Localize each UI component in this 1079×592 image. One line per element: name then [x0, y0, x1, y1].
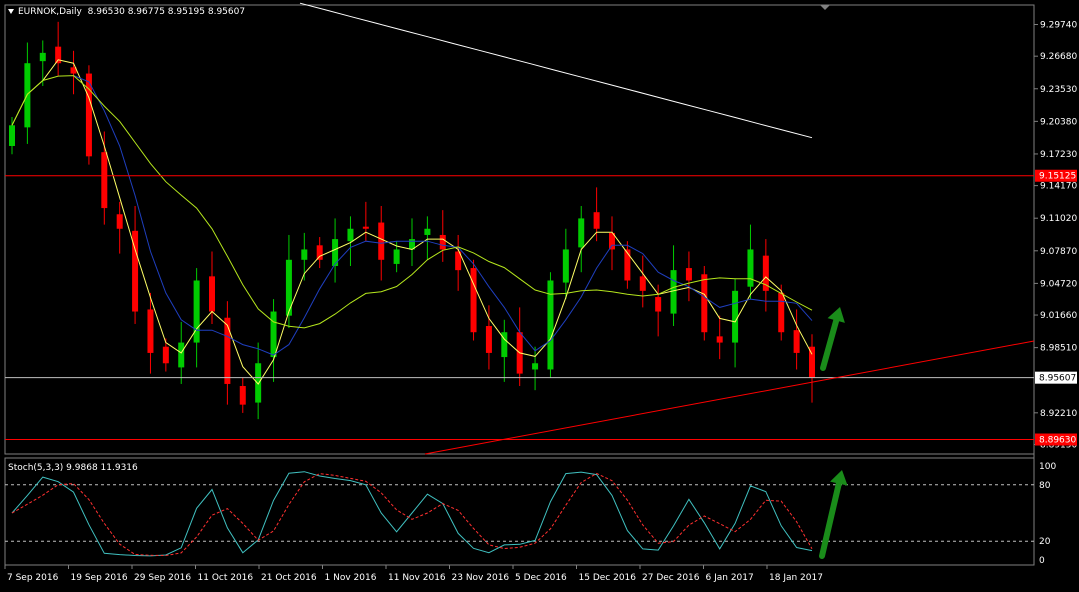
stoch-level-label: 100: [1039, 462, 1056, 472]
price-tick-label: 9.07870: [1040, 247, 1077, 257]
up-arrow-main-shaft: [820, 317, 840, 371]
candle-body: [178, 342, 185, 368]
candle-body: [685, 268, 692, 281]
candle-body: [193, 280, 200, 343]
candle-body: [9, 125, 15, 146]
candle-body: [239, 386, 246, 405]
price-tag-lower: 8.89630: [1039, 436, 1076, 446]
time-tick-label: 18 Jan 2017: [769, 573, 823, 583]
price-tick-label: 9.17230: [1040, 150, 1077, 160]
price-tick-label: 8.98510: [1040, 344, 1077, 354]
price-tick-label: 8.92210: [1040, 409, 1077, 419]
time-tick-label: 29 Sep 2016: [134, 573, 191, 583]
time-tick-label: 27 Dec 2016: [642, 573, 700, 583]
price-tag-upper: 9.15125: [1039, 172, 1076, 182]
stoch-header: Stoch(5,3,3) 9.9868 11.9316: [8, 463, 138, 473]
candle-body: [655, 297, 662, 312]
candle-body: [347, 228, 354, 242]
candle-body: [39, 52, 46, 62]
candle-body: [593, 212, 600, 229]
chart-header: EURNOK,Daily 8.96530 8.96775 8.95195 8.9…: [8, 7, 245, 17]
candle-body: [378, 222, 385, 260]
candle-body: [362, 226, 369, 229]
candle-body: [147, 309, 154, 353]
candle-body: [716, 336, 723, 343]
dropdown-arrow-icon[interactable]: [8, 9, 14, 14]
rising-trendline[interactable]: [424, 340, 1035, 455]
candle-body: [578, 218, 585, 248]
candle-body: [316, 245, 323, 260]
time-tick-label: 11 Nov 2016: [388, 573, 446, 583]
stoch-level-label: 20: [1039, 537, 1051, 547]
time-tick-label: 11 Oct 2016: [198, 573, 254, 583]
candle-body: [747, 249, 754, 287]
candle-body: [424, 228, 431, 235]
up-arrow-stoch-head: [830, 470, 848, 486]
candle-body: [624, 249, 631, 281]
candle-body: [116, 214, 123, 229]
candle-body: [732, 290, 739, 343]
chart-window[interactable]: 100 80 20 0 9.29740 9.26680 9.23530 9.20380 9.1…: [0, 0, 1079, 589]
time-tick-label: 23 Nov 2016: [452, 573, 510, 583]
candle-body: [270, 311, 277, 358]
main-chart-border: [4, 4, 1035, 455]
candle-body: [639, 276, 646, 291]
up-arrow-stoch-shaft: [819, 480, 842, 559]
chart-shift-marker[interactable]: [820, 5, 830, 10]
time-tick-label: 1 Nov 2016: [325, 573, 377, 583]
time-tick-label: 15 Dec 2016: [579, 573, 637, 583]
price-tick-label: 9.29740: [1040, 21, 1077, 31]
candle-body: [470, 268, 477, 333]
stoch-window-border: [4, 457, 1035, 566]
price-tick-label: 9.14170: [1040, 182, 1077, 192]
candle-body: [532, 363, 539, 370]
symbol-label: EURNOK,Daily: [18, 7, 82, 17]
price-chart[interactable]: 100 80 20 0 9.29740 9.26680 9.23530 9.20380 9.1…: [0, 0, 1079, 589]
candle-body: [162, 346, 169, 364]
time-tick-label: 7 Sep 2016: [7, 573, 59, 583]
candle-body: [209, 276, 215, 312]
price-tick-label: 9.11020: [1040, 214, 1077, 224]
ma-long-line: [299, 2, 813, 139]
candle-body: [224, 317, 231, 384]
price-tag-current: 8.95607: [1039, 374, 1076, 384]
candle-body: [439, 234, 446, 250]
candle-body: [255, 363, 262, 403]
price-tick-label: 9.01660: [1040, 311, 1077, 321]
ma-slow-line: [11, 75, 813, 329]
candle-body: [778, 292, 785, 333]
price-tick-label: 9.23530: [1040, 85, 1077, 95]
time-tick-label: 6 Jan 2017: [706, 573, 754, 583]
price-tick-label: 9.20380: [1040, 117, 1077, 127]
candle-body: [562, 249, 569, 283]
price-tick-label: 9.04720: [1040, 279, 1077, 289]
stoch-signal-line: [11, 472, 813, 557]
ohlc-values: 8.96530 8.96775 8.95195 8.95607: [87, 7, 246, 17]
candle-body: [301, 249, 308, 260]
time-tick-label: 21 Oct 2016: [261, 573, 317, 583]
stoch-level-label: 80: [1039, 481, 1051, 491]
candle-body: [701, 274, 708, 333]
time-tick-label: 5 Dec 2016: [515, 573, 567, 583]
time-tick-label: 19 Sep 2016: [71, 573, 128, 583]
price-tick-label: 9.26680: [1040, 52, 1077, 62]
candle-body: [793, 330, 800, 353]
stoch-level-label: 0: [1039, 556, 1045, 566]
candle-body: [101, 152, 108, 209]
candle-body: [485, 326, 492, 353]
candle-body: [670, 270, 677, 314]
candle-body: [393, 249, 400, 264]
